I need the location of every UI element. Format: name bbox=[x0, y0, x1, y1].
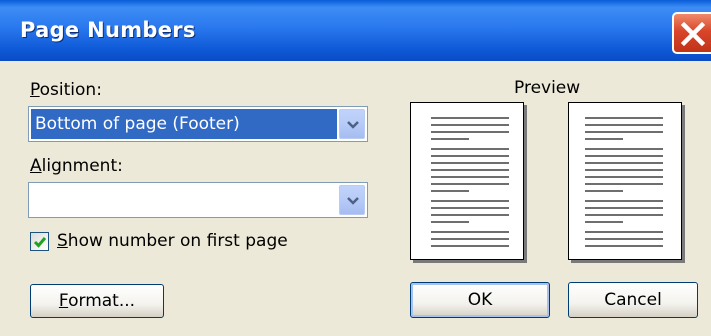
ok-button[interactable]: OK bbox=[410, 282, 550, 318]
cancel-button[interactable]: Cancel bbox=[568, 282, 698, 318]
position-dropdown-button[interactable] bbox=[339, 109, 365, 139]
checkmark-icon bbox=[33, 237, 47, 248]
preview-page-right bbox=[568, 102, 682, 260]
alignment-label: Alignment: bbox=[30, 156, 123, 176]
chevron-down-icon bbox=[347, 121, 359, 129]
show-first-page-checkbox[interactable] bbox=[30, 232, 49, 251]
alignment-value bbox=[31, 185, 337, 215]
close-button[interactable] bbox=[672, 12, 711, 54]
preview-page-left bbox=[410, 102, 524, 260]
close-icon bbox=[680, 21, 706, 47]
dialog-title: Page Numbers bbox=[20, 18, 196, 42]
alignment-dropdown-button[interactable] bbox=[339, 185, 365, 215]
position-dropdown[interactable]: Bottom of page (Footer) bbox=[28, 106, 368, 142]
chevron-down-icon bbox=[347, 197, 359, 205]
format-button-label: Format... bbox=[58, 291, 136, 311]
format-button[interactable]: Format... bbox=[30, 284, 164, 318]
preview-label: Preview bbox=[514, 78, 581, 98]
position-value: Bottom of page (Footer) bbox=[31, 109, 337, 139]
title-bar: Page Numbers bbox=[0, 0, 711, 61]
cancel-button-label: Cancel bbox=[604, 290, 662, 310]
show-first-page-label[interactable]: Show number on first page bbox=[57, 231, 288, 251]
ok-button-label: OK bbox=[467, 290, 493, 310]
position-label: Position: bbox=[30, 80, 102, 100]
alignment-dropdown[interactable] bbox=[28, 182, 368, 218]
